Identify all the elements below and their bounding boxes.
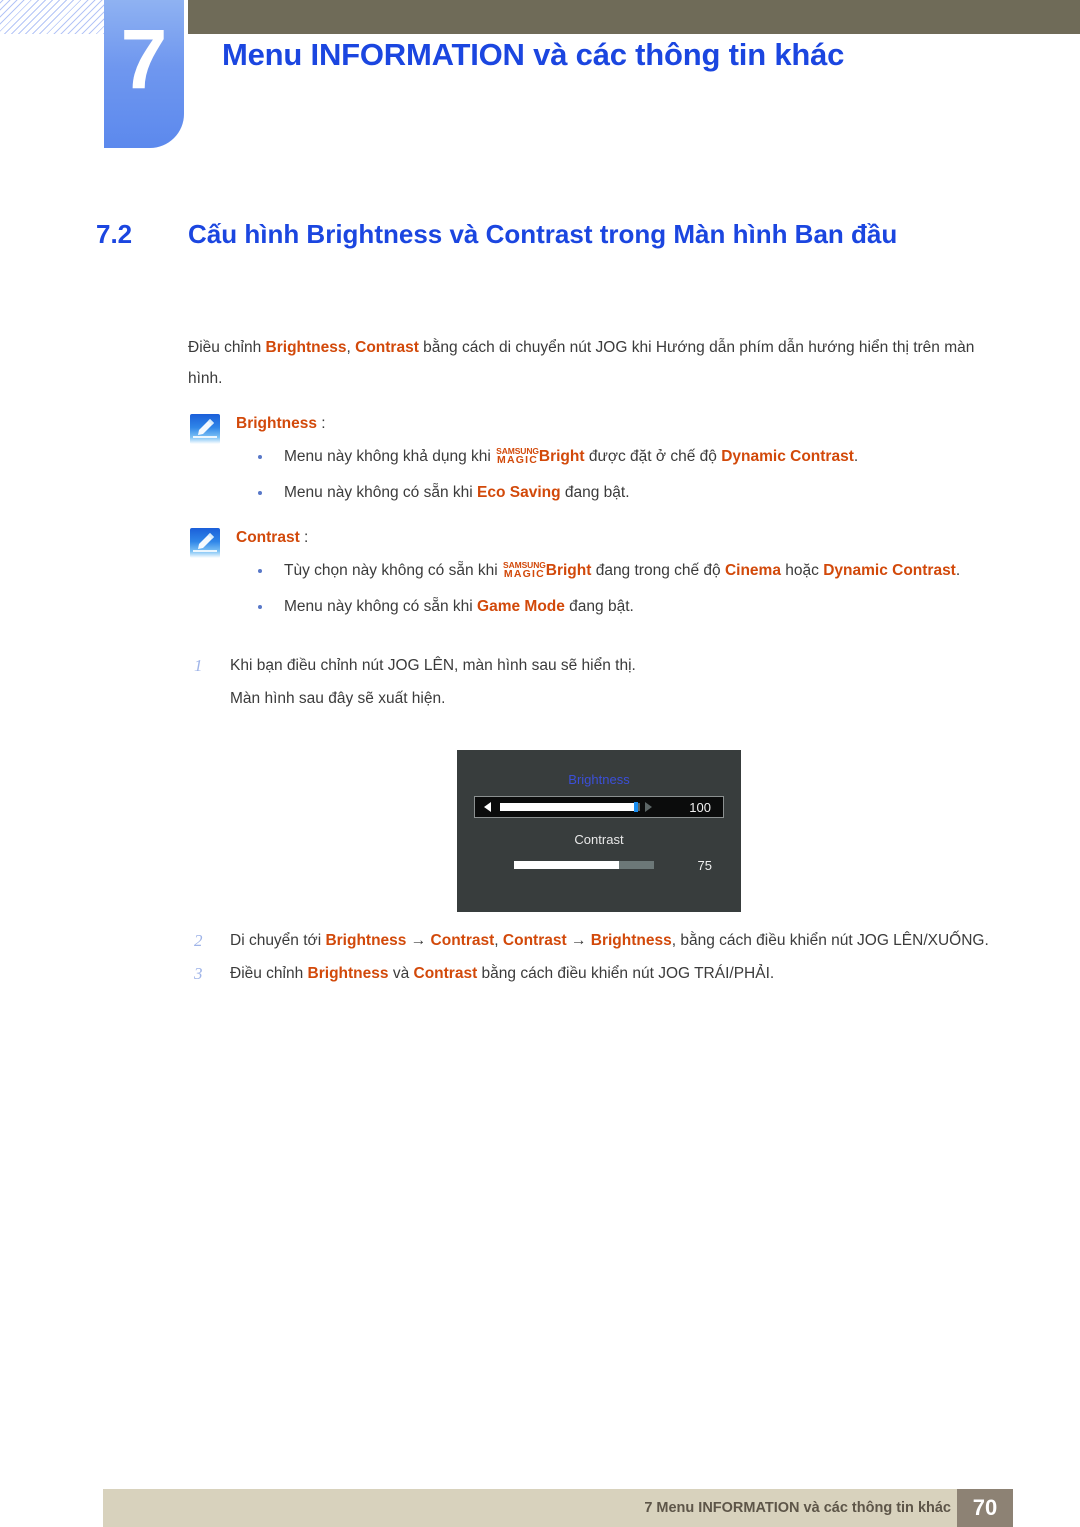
list-item: Menu này không có sẵn khi Eco Saving đan… <box>236 478 1000 508</box>
note-label: Contrast <box>236 529 300 546</box>
contrast-slider-fill <box>514 861 619 869</box>
magic-bright-text: Bright <box>545 562 592 579</box>
osd-brightness-slider-row[interactable]: 100 <box>474 796 724 818</box>
step-2: 2 Di chuyển tới Brightness → Contrast, Co… <box>188 925 1000 956</box>
step3-text-a: Điều chỉnh <box>230 965 308 982</box>
bullet-text-b: được đặt ở chế độ <box>584 448 722 465</box>
bullet-text-a: Menu này không có sẵn khi <box>284 598 478 615</box>
steps-group-2: 2 Di chuyển tới Brightness → Contrast, Co… <box>188 925 1000 991</box>
step-number: 1 <box>194 656 203 675</box>
step2-term-contrast-1: Contrast <box>430 932 495 949</box>
intro-term-brightness: Brightness <box>265 339 347 356</box>
note-colon: : <box>299 529 309 546</box>
decorative-hatch-pattern <box>0 0 104 34</box>
note-bullet-list-brightness: Menu này không khả dụng khi SAMSUNG MAGIC… <box>236 442 1000 508</box>
bullet-text-a: Tùy chọn này không có sẵn khi <box>284 562 502 579</box>
note-colon: : <box>316 415 326 432</box>
magic-magic-text: MAGIC <box>503 568 545 580</box>
osd-preview-image: Brightness 100 Contrast 75 <box>457 750 741 912</box>
bullet-text-b: đang bật. <box>564 598 634 615</box>
page-title: Menu INFORMATION và các thông tin khác <box>222 37 845 72</box>
bullet-term-dynamic-contrast: Dynamic Contrast <box>823 562 956 579</box>
bullet-text-c: . <box>853 448 859 465</box>
step3-term-contrast: Contrast <box>413 965 478 982</box>
step2-term-brightness-2: Brightness <box>590 932 672 949</box>
bullet-text-c: hoặc <box>780 562 824 579</box>
bullet-text-a: Menu này không khả dụng khi <box>284 448 496 465</box>
step-text: Khi bạn điều chỉnh nút JOG LÊN, màn hình… <box>230 657 636 674</box>
footer-chapter-label: 7 Menu INFORMATION và các thông tin khác <box>644 1500 951 1516</box>
osd-brightness-label: Brightness <box>568 772 630 787</box>
bullet-text-a: Menu này không có sẵn khi <box>284 484 478 501</box>
osd-contrast-slider-row[interactable]: 75 <box>474 857 724 873</box>
step2-arrow-1: → <box>406 932 431 949</box>
section-title: Cấu hình Brightness và Contrast trong Mà… <box>188 219 898 249</box>
note-pen-icon <box>190 414 220 444</box>
step-number: 2 <box>194 931 203 950</box>
step-1-subtext: Màn hình sau đây sẽ xuất hiện. <box>230 690 446 707</box>
note-bullet-list-contrast: Tùy chọn này không có sẵn khi SAMSUNG MAG… <box>236 556 1000 622</box>
bullet-text-b: đang trong chế độ <box>591 562 725 579</box>
step-number: 3 <box>194 964 203 983</box>
step-3: 3 Điều chỉnh Brightness và Contrast bằng … <box>188 958 1000 989</box>
magicbright-logo: SAMSUNG MAGIC <box>503 561 546 580</box>
list-item: Menu này không khả dụng khi SAMSUNG MAGIC… <box>236 442 1000 472</box>
chapter-number: 7 <box>120 12 168 106</box>
contrast-slider-track[interactable] <box>514 861 654 869</box>
list-item: Tùy chọn này không có sẵn khi SAMSUNG MAG… <box>236 556 1000 586</box>
bullet-term-dynamic-contrast: Dynamic Contrast <box>721 448 854 465</box>
step-1: 1 Khi bạn điều chỉnh nút JOG LÊN, màn hì… <box>188 650 1000 681</box>
magic-magic-text: MAGIC <box>497 454 538 466</box>
brightness-slider-track[interactable] <box>500 802 640 812</box>
step2-text-c: , <box>494 932 503 949</box>
intro-text-a: Điều chỉnh <box>188 339 266 356</box>
osd-contrast-value: 75 <box>697 857 712 873</box>
note-block-contrast: Contrast : Tùy chọn này không có sẵn khi… <box>188 524 1000 622</box>
footer-page-number: 70 <box>957 1489 1013 1527</box>
intro-term-contrast: Contrast <box>355 339 419 356</box>
chapter-number-tab: 7 <box>104 0 184 148</box>
bullet-text-b: đang bật. <box>560 484 630 501</box>
note-title-brightness: Brightness : <box>236 410 1000 438</box>
note-pen-icon <box>190 528 220 558</box>
note-block-brightness: Brightness : Menu này không khả dụng khi… <box>188 410 1000 508</box>
section-heading: 7.2 Cấu hình Brightness và Contrast tron… <box>96 214 1006 254</box>
step2-text-a: Di chuyển tới <box>230 932 326 949</box>
intro-text-c: , <box>346 339 356 356</box>
step2-arrow-2: → <box>566 932 591 949</box>
arrow-left-icon[interactable] <box>484 802 491 812</box>
osd-contrast-label: Contrast <box>574 832 624 847</box>
step2-term-brightness-1: Brightness <box>325 932 407 949</box>
magicbright-logo: SAMSUNG MAGIC <box>496 447 539 466</box>
arrow-right-icon[interactable] <box>645 802 652 812</box>
step2-text-d: , bằng cách điều khiển nút JOG LÊN/XUỐNG… <box>671 932 989 949</box>
step3-text-mid: và <box>388 965 414 982</box>
content-body: Điều chỉnh Brightness, Contrast bằng các… <box>188 332 1000 628</box>
note-title-contrast: Contrast : <box>236 524 1000 552</box>
list-item: Menu này không có sẵn khi Game Mode đang… <box>236 592 1000 622</box>
bullet-term-eco-saving: Eco Saving <box>477 484 561 501</box>
step3-text-d: bằng cách điều khiển nút JOG TRÁI/PHẢI. <box>477 965 775 982</box>
step2-term-contrast-2: Contrast <box>502 932 567 949</box>
brightness-slider-fill <box>500 803 636 811</box>
header-accent-bar <box>188 0 1080 34</box>
bullet-term-game-mode: Game Mode <box>477 598 565 615</box>
osd-brightness-value: 100 <box>689 799 711 815</box>
intro-paragraph: Điều chỉnh Brightness, Contrast bằng các… <box>188 332 1000 394</box>
bullet-text-d: . <box>955 562 961 579</box>
steps-group-1: 1 Khi bạn điều chỉnh nút JOG LÊN, màn hì… <box>188 650 1000 714</box>
step3-term-brightness: Brightness <box>307 965 389 982</box>
note-label: Brightness <box>236 415 317 432</box>
bullet-term-cinema: Cinema <box>724 562 781 579</box>
brightness-slider-knob[interactable] <box>633 802 638 812</box>
magic-bright-text: Bright <box>538 448 585 465</box>
page-footer: 7 Menu INFORMATION và các thông tin khác… <box>103 1489 1013 1527</box>
section-number: 7.2 <box>96 219 133 249</box>
